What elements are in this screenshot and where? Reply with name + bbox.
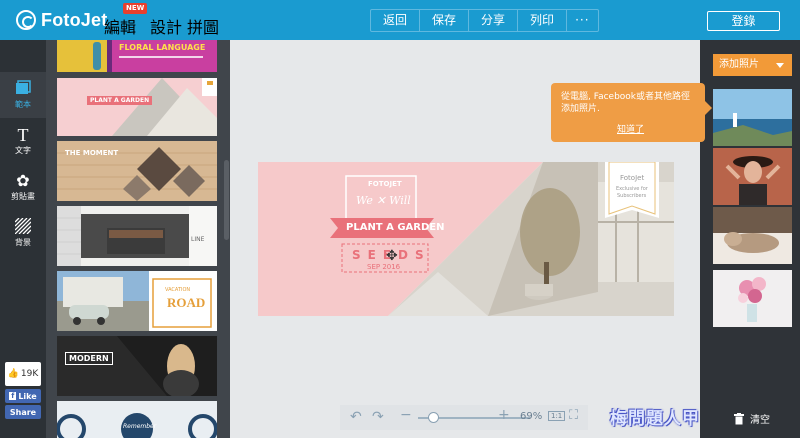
rail-item-text[interactable]: T 文字 [0,118,46,164]
design-corner-line2[interactable]: Subscribers [617,193,646,199]
photo-lighthouse-art [713,89,792,146]
nav-collage[interactable]: 拼圖 [187,14,219,38]
template-title: FLORAL LANGUAGE [119,43,206,52]
template-title: PLANT A GARDEN [87,96,153,105]
design-corner-brand[interactable]: FotoJet [620,174,644,182]
rail-item-templates[interactable]: 範本 [0,72,46,118]
design-corner-line1[interactable]: Exclusive for [616,186,648,192]
share-button[interactable]: 分享 [469,10,519,31]
background-icon [13,217,33,236]
template-thumb-garden-art [112,78,217,136]
clear-button[interactable]: 清空 [734,411,770,426]
template-title: LINE [191,236,205,243]
tooltip-line2: 添加照片. [561,104,600,114]
add-photo-tooltip: 從電腦, Facebook或者其他路徑 添加照片. 知道了 [551,83,712,142]
rail-item-clipart[interactable]: ✿ 剪貼畫 [0,164,46,210]
print-button[interactable]: 列印 [518,10,568,31]
design-canvas[interactable]: FOTOJET We ✕ Will PLANT A GARDEN SEEDS S… [258,162,674,316]
save-button[interactable]: 保存 [420,10,470,31]
chevron-down-icon [776,63,784,68]
zoom-out-button[interactable]: − [400,407,412,423]
zoom-level: 69% [520,411,543,422]
design-names[interactable]: We ✕ Will [356,194,411,207]
rail-label: 剪貼畫 [11,192,35,201]
more-button[interactable]: ··· [567,10,597,31]
add-photo-label: 添加照片 [719,59,759,70]
photo-cat-art [713,207,792,264]
template-thumb-modern[interactable]: MODERN [57,336,217,396]
design-brand[interactable]: FOTOJET [368,180,402,188]
template-thumb-modern-art [117,336,217,396]
facebook-icon: f [9,392,17,400]
template-subtitle: VACATION [165,287,191,293]
tooltip-got-it-link[interactable]: 知道了 [617,124,644,136]
undo-icon[interactable]: ↶ [350,409,362,425]
text-icon: T [17,125,29,145]
watermark: 梅問題人甲 [610,409,700,429]
zoom-in-button[interactable]: + [498,407,510,423]
new-badge: NEW [123,3,148,14]
top-bar: FotoJet 編輯 NEW 設計 拼圖 返回 保存 分享 列印 ··· 登錄 [0,0,800,48]
template-thumb-remember-art [57,413,217,438]
add-photo-button[interactable]: 添加照片 [713,54,792,76]
template-thumb-line[interactable]: LINE [57,206,217,266]
thumbs-up-icon: 👍 [7,369,19,379]
zoom-slider-handle[interactable] [428,412,439,423]
photo-thumb-cat[interactable] [713,207,792,264]
back-button[interactable]: 返回 [371,10,421,31]
logo-text: FotoJet [41,9,108,30]
template-title: MODERN [65,352,113,365]
template-title: ROAD [167,295,206,310]
design-art [258,162,674,316]
like-count: 19K [20,369,39,379]
template-thumb-road[interactable]: VACATION ROAD [57,271,217,331]
clipart-icon: ✿ [16,171,30,190]
redo-icon[interactable]: ↷ [372,409,384,425]
photo-thumb-woman[interactable] [713,148,792,205]
like-label: Like [18,391,37,401]
facebook-like-count: 👍 19K [5,362,41,386]
login-button[interactable]: 登錄 [707,11,780,31]
template-thumb-floral[interactable]: FLORAL LANGUAGE [57,40,217,72]
design-headline[interactable]: PLANT A GARDEN [346,222,444,233]
rail-label: 範本 [15,100,31,109]
trash-icon [734,412,744,424]
facebook-share-button[interactable]: Share [5,405,41,419]
photo-thumb-flowers[interactable] [713,270,792,327]
tooltip-line1: 從電腦, Facebook或者其他路徑 [561,92,691,102]
photo-thumb-lighthouse[interactable] [713,89,792,146]
facebook-like-button[interactable]: f Like [5,389,41,403]
photo-woman-art [713,148,792,205]
fullscreen-icon[interactable]: ⛶ [569,408,578,423]
actual-size-button[interactable]: 1:1 [548,411,566,421]
zoom-bar: ↶ ↷ − + 69% 1:1 ⛶ [340,405,588,430]
template-panel: FLORAL LANGUAGE PLANT A GARDEN THE MOMEN… [46,40,230,438]
template-thumb-moment[interactable]: THE MOMENT [57,141,217,201]
template-panel-scrollbar[interactable] [224,160,229,240]
fotojet-logo[interactable]: FotoJet [16,9,107,31]
rail-label: 文字 [15,146,31,155]
template-thumb-remember[interactable]: Remember [57,401,217,438]
nav-design[interactable]: 設計 [147,14,185,48]
template-thumb-garden[interactable]: PLANT A GARDEN [57,78,217,136]
rail-label: 背景 [15,238,31,247]
template-title: Remember [123,423,157,430]
design-date[interactable]: SEP 2016 [367,263,400,271]
template-icon [13,80,33,98]
nav-edit[interactable]: 編輯 [104,14,136,38]
move-cursor-icon: ✥ [386,248,398,264]
photo-flowers-art [713,270,792,327]
rail-item-background[interactable]: 背景 [0,210,46,256]
toolbar: 返回 保存 分享 列印 ··· [370,9,599,32]
template-title: THE MOMENT [65,149,119,157]
clear-label: 清空 [750,415,770,426]
fotojet-logo-icon [16,10,36,30]
